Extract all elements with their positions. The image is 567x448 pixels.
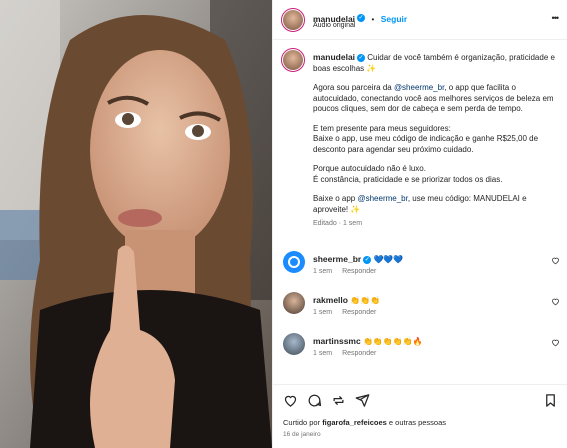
- reply-button[interactable]: Responder: [342, 309, 376, 316]
- liked-by-prefix: Curtido por: [283, 418, 323, 427]
- post-header: manudelai ✓ • Seguir Áudio original •••: [273, 0, 567, 40]
- comment-text: 👏👏👏👏👏🔥: [362, 337, 423, 346]
- liked-by-user[interactable]: figarofa_refeicoes: [322, 418, 387, 427]
- comment-username[interactable]: martinssmc: [313, 336, 361, 346]
- caption: manudelai ✓ Cuidar de você também é organ…: [313, 52, 558, 230]
- avatar[interactable]: [281, 8, 305, 32]
- comment-avatar[interactable]: [283, 292, 305, 314]
- post-media[interactable]: [0, 0, 272, 448]
- comment-time[interactable]: 1 sem: [313, 268, 332, 275]
- comment-time[interactable]: 1 sem: [313, 350, 332, 357]
- caption-p5-start: Baixe o app: [313, 194, 358, 203]
- edited-label: Editado · 1 sem: [313, 220, 363, 227]
- reply-button[interactable]: Responder: [342, 268, 376, 275]
- caption-avatar[interactable]: [281, 48, 305, 72]
- verified-icon: ✓: [357, 53, 366, 62]
- bookmark-icon[interactable]: [543, 393, 558, 408]
- heart-icon[interactable]: [551, 256, 560, 265]
- comment-icon[interactable]: [307, 393, 322, 408]
- repost-icon[interactable]: [331, 393, 346, 408]
- audio-label[interactable]: Áudio original: [313, 22, 355, 29]
- share-icon[interactable]: [355, 393, 370, 408]
- separator: •: [371, 15, 375, 24]
- post-actions: Curtido por figarofa_refeicoes e outras …: [273, 384, 567, 448]
- caption-p4: Porque autocuidado não é luxo. É constân…: [313, 164, 503, 184]
- comment-username[interactable]: sheerme_br: [313, 254, 361, 264]
- heart-icon[interactable]: [283, 393, 298, 408]
- comment-text: 👏👏👏: [350, 296, 381, 305]
- post-panel: manudelai ✓ • Seguir Áudio original ••• m…: [272, 0, 567, 448]
- comment-item: martinssmc 👏👏👏👏👏🔥 1 sem Responder: [273, 330, 567, 370]
- caption-username[interactable]: manudelai: [313, 52, 355, 62]
- follow-button[interactable]: Seguir: [381, 14, 407, 24]
- comment-item: sheerme_br ✓ 💙💙💙 1 sem Responder: [273, 248, 567, 288]
- reply-button[interactable]: Responder: [342, 350, 376, 357]
- liked-by: Curtido por figarofa_refeicoes e outras …: [283, 418, 446, 427]
- comment-username[interactable]: rakmello: [313, 295, 348, 305]
- heart-icon[interactable]: [551, 338, 560, 347]
- comment-time[interactable]: 1 sem: [313, 309, 332, 316]
- post-photo: [0, 0, 272, 448]
- more-icon[interactable]: •••: [552, 13, 560, 23]
- post-date[interactable]: 16 de janeiro: [283, 431, 321, 438]
- verified-icon: ✓: [363, 255, 372, 264]
- comment-avatar[interactable]: [283, 333, 305, 355]
- caption-p2-start: Agora sou parceira da: [313, 83, 394, 92]
- comment-text: 💙💙💙: [373, 255, 404, 264]
- mention-link[interactable]: @sheerme_br: [394, 83, 444, 92]
- heart-icon[interactable]: [551, 297, 560, 306]
- mention-link[interactable]: @sheerme_br: [357, 194, 407, 203]
- comment-avatar[interactable]: [283, 251, 305, 273]
- liked-by-suffix[interactable]: e outras pessoas: [387, 418, 446, 427]
- caption-p3: E tem presente para meus seguidores: Bai…: [313, 123, 539, 154]
- verified-icon: ✓: [357, 13, 366, 22]
- comment-item: rakmello 👏👏👏 1 sem Responder: [273, 289, 567, 329]
